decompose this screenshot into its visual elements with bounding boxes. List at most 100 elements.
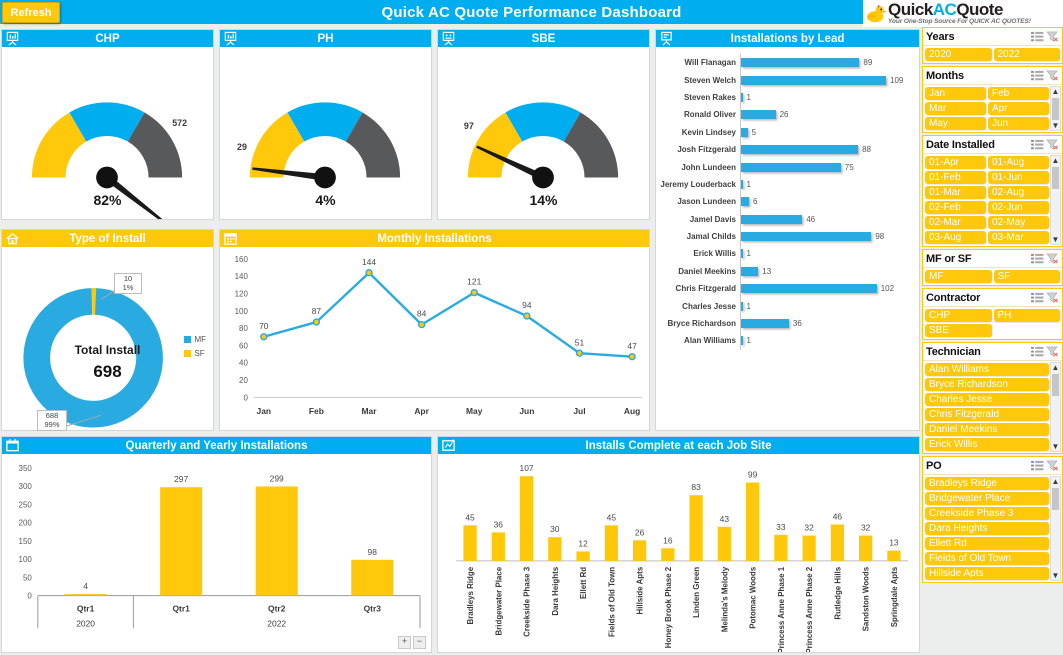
slicer-item[interactable]: Bradleys Ridge: [925, 477, 1049, 490]
clear-filter-icon[interactable]: [1046, 253, 1059, 264]
slicer-item[interactable]: Erick Willis: [925, 438, 1049, 451]
lead-bar-row: Alan Williams 1: [660, 332, 913, 350]
svg-text:60: 60: [239, 341, 248, 350]
slicer-item[interactable]: 02-Aug: [988, 186, 1049, 199]
donut-chart: Total Install 698 10 1% 688 99% MF SF: [2, 247, 213, 432]
slicer-scrollbar[interactable]: ▲ ▼: [1050, 86, 1061, 131]
donut-callout-mf: 688 99%: [37, 410, 67, 432]
scroll-down-icon[interactable]: ▼: [1052, 235, 1060, 244]
multi-select-icon[interactable]: [1031, 139, 1044, 150]
svg-text:Qtr3: Qtr3: [364, 603, 382, 613]
slicer-item[interactable]: Creekside Phase 3: [925, 507, 1049, 520]
slicer-item[interactable]: CHP: [925, 309, 992, 322]
panel-header: Monthly Installations: [220, 230, 649, 247]
scroll-up-icon[interactable]: ▲: [1052, 156, 1060, 165]
refresh-button[interactable]: Refresh: [2, 2, 60, 23]
slicer-item[interactable]: 01-Feb: [925, 171, 986, 184]
slicer-item[interactable]: 02-May: [988, 216, 1049, 229]
multi-select-icon[interactable]: [1031, 70, 1044, 81]
slicer-item[interactable]: Charles Jesse: [925, 393, 1049, 406]
svg-text:87: 87: [312, 306, 322, 316]
scroll-down-icon[interactable]: ▼: [1052, 121, 1060, 130]
slicer-item[interactable]: Dara Heights: [925, 522, 1049, 535]
slicer-item[interactable]: MF: [925, 270, 992, 283]
slicer-item[interactable]: SBE: [925, 324, 992, 337]
multi-select-icon[interactable]: [1031, 31, 1044, 42]
slicer-item[interactable]: 03-Mar: [988, 231, 1049, 244]
expand-button[interactable]: +: [398, 636, 411, 649]
slicer-item[interactable]: May: [925, 117, 986, 130]
slicer-item[interactable]: 01-Apr: [925, 156, 986, 169]
slicer-scrollbar[interactable]: ▲ ▼: [1050, 476, 1061, 581]
slicer-item[interactable]: 03-Aug: [925, 231, 986, 244]
lead-bar-track: 5: [740, 123, 913, 141]
scroll-thumb[interactable]: [1052, 488, 1059, 510]
slicer-item[interactable]: Ellett Rd: [925, 537, 1049, 550]
slicer-scrollbar[interactable]: ▲ ▼: [1050, 362, 1061, 452]
multi-select-icon[interactable]: [1031, 460, 1044, 471]
slicer-item[interactable]: Mar: [925, 102, 986, 115]
scroll-thumb[interactable]: [1052, 374, 1059, 396]
clear-filter-icon[interactable]: [1046, 31, 1059, 42]
slicer-item[interactable]: Bridgewater Place: [925, 492, 1049, 505]
slicer-item[interactable]: SF: [993, 270, 1060, 283]
slicer-item[interactable]: 02-Jun: [988, 201, 1049, 214]
multi-select-icon[interactable]: [1031, 346, 1044, 357]
slicer-item[interactable]: 01-Jun: [988, 171, 1049, 184]
quarterly-bar-chart: 0 50 100 150 200 250 300 350 4 Qtr1 297 Qtr1 299 Qtr2…: [19, 464, 421, 628]
clear-filter-icon[interactable]: [1046, 460, 1059, 471]
scroll-up-icon[interactable]: ▲: [1052, 477, 1060, 486]
slicer-item[interactable]: 02-Mar: [925, 216, 986, 229]
slicer-item[interactable]: Feb: [988, 87, 1049, 100]
slicer-item[interactable]: 01-Aug: [988, 156, 1049, 169]
slicer-item[interactable]: Chris Fitzgerald: [925, 408, 1049, 421]
slicer-item[interactable]: 01-Mar: [925, 186, 986, 199]
calendar-icon: [6, 439, 19, 452]
svg-text:Jun: Jun: [519, 406, 534, 416]
svg-text:46: 46: [833, 512, 843, 522]
slicer-item[interactable]: Hillside Apts: [925, 567, 1049, 580]
lead-name: Bryce Richardson: [667, 319, 736, 329]
clear-filter-icon[interactable]: [1046, 70, 1059, 81]
lead-name: Chris Fitzgerald: [675, 284, 736, 294]
multi-select-icon[interactable]: [1031, 292, 1044, 303]
svg-text:May: May: [466, 406, 483, 416]
quarterly-drill-controls[interactable]: + −: [398, 636, 426, 649]
scroll-down-icon[interactable]: ▼: [1052, 571, 1060, 580]
lead-bar-value: 1: [746, 179, 751, 189]
multi-select-icon[interactable]: [1031, 253, 1044, 264]
slicer-header: Technician: [923, 343, 1062, 361]
lead-bar-track: 98: [740, 227, 913, 246]
slicer-item[interactable]: 2020: [925, 48, 992, 61]
svg-text:4: 4: [83, 581, 88, 591]
slicer-item[interactable]: Jan: [925, 87, 986, 100]
slicer-item[interactable]: Jun: [988, 117, 1049, 130]
slicer-item[interactable]: Daniel Meekins: [925, 423, 1049, 436]
lead-bar-value: 1: [746, 92, 751, 102]
lead-bar-fill: [741, 92, 743, 102]
collapse-button[interactable]: −: [413, 636, 426, 649]
slicer-item[interactable]: PH: [993, 309, 1060, 322]
svg-text:94: 94: [522, 300, 532, 310]
lead-bar-value: 36: [792, 319, 802, 329]
scroll-down-icon[interactable]: ▼: [1052, 442, 1060, 451]
slicer-item[interactable]: 2022: [993, 48, 1060, 61]
slicer-item[interactable]: 02-Feb: [925, 201, 986, 214]
scroll-up-icon[interactable]: ▲: [1052, 87, 1060, 96]
slicer-item[interactable]: Alan Williams: [925, 363, 1049, 376]
svg-text:Honey Brook Phase 2: Honey Brook Phase 2: [664, 566, 673, 648]
clear-filter-icon[interactable]: [1046, 292, 1059, 303]
scroll-thumb[interactable]: [1052, 167, 1059, 189]
lead-bar-track: 102: [740, 280, 913, 298]
scroll-thumb[interactable]: [1052, 98, 1059, 120]
slicer-item[interactable]: Fields of Old Town: [925, 552, 1049, 565]
lead-name: Will Flanagan: [684, 58, 737, 68]
clear-filter-icon[interactable]: [1046, 346, 1059, 357]
slicer-item[interactable]: Apr: [988, 102, 1049, 115]
clear-filter-icon[interactable]: [1046, 139, 1059, 150]
scroll-up-icon[interactable]: ▲: [1052, 363, 1060, 372]
svg-text:32: 32: [804, 523, 814, 533]
slicer-scrollbar[interactable]: ▲ ▼: [1050, 155, 1061, 245]
slicer-item[interactable]: Bryce Richardson: [925, 378, 1049, 391]
svg-text:Apr: Apr: [414, 406, 429, 416]
